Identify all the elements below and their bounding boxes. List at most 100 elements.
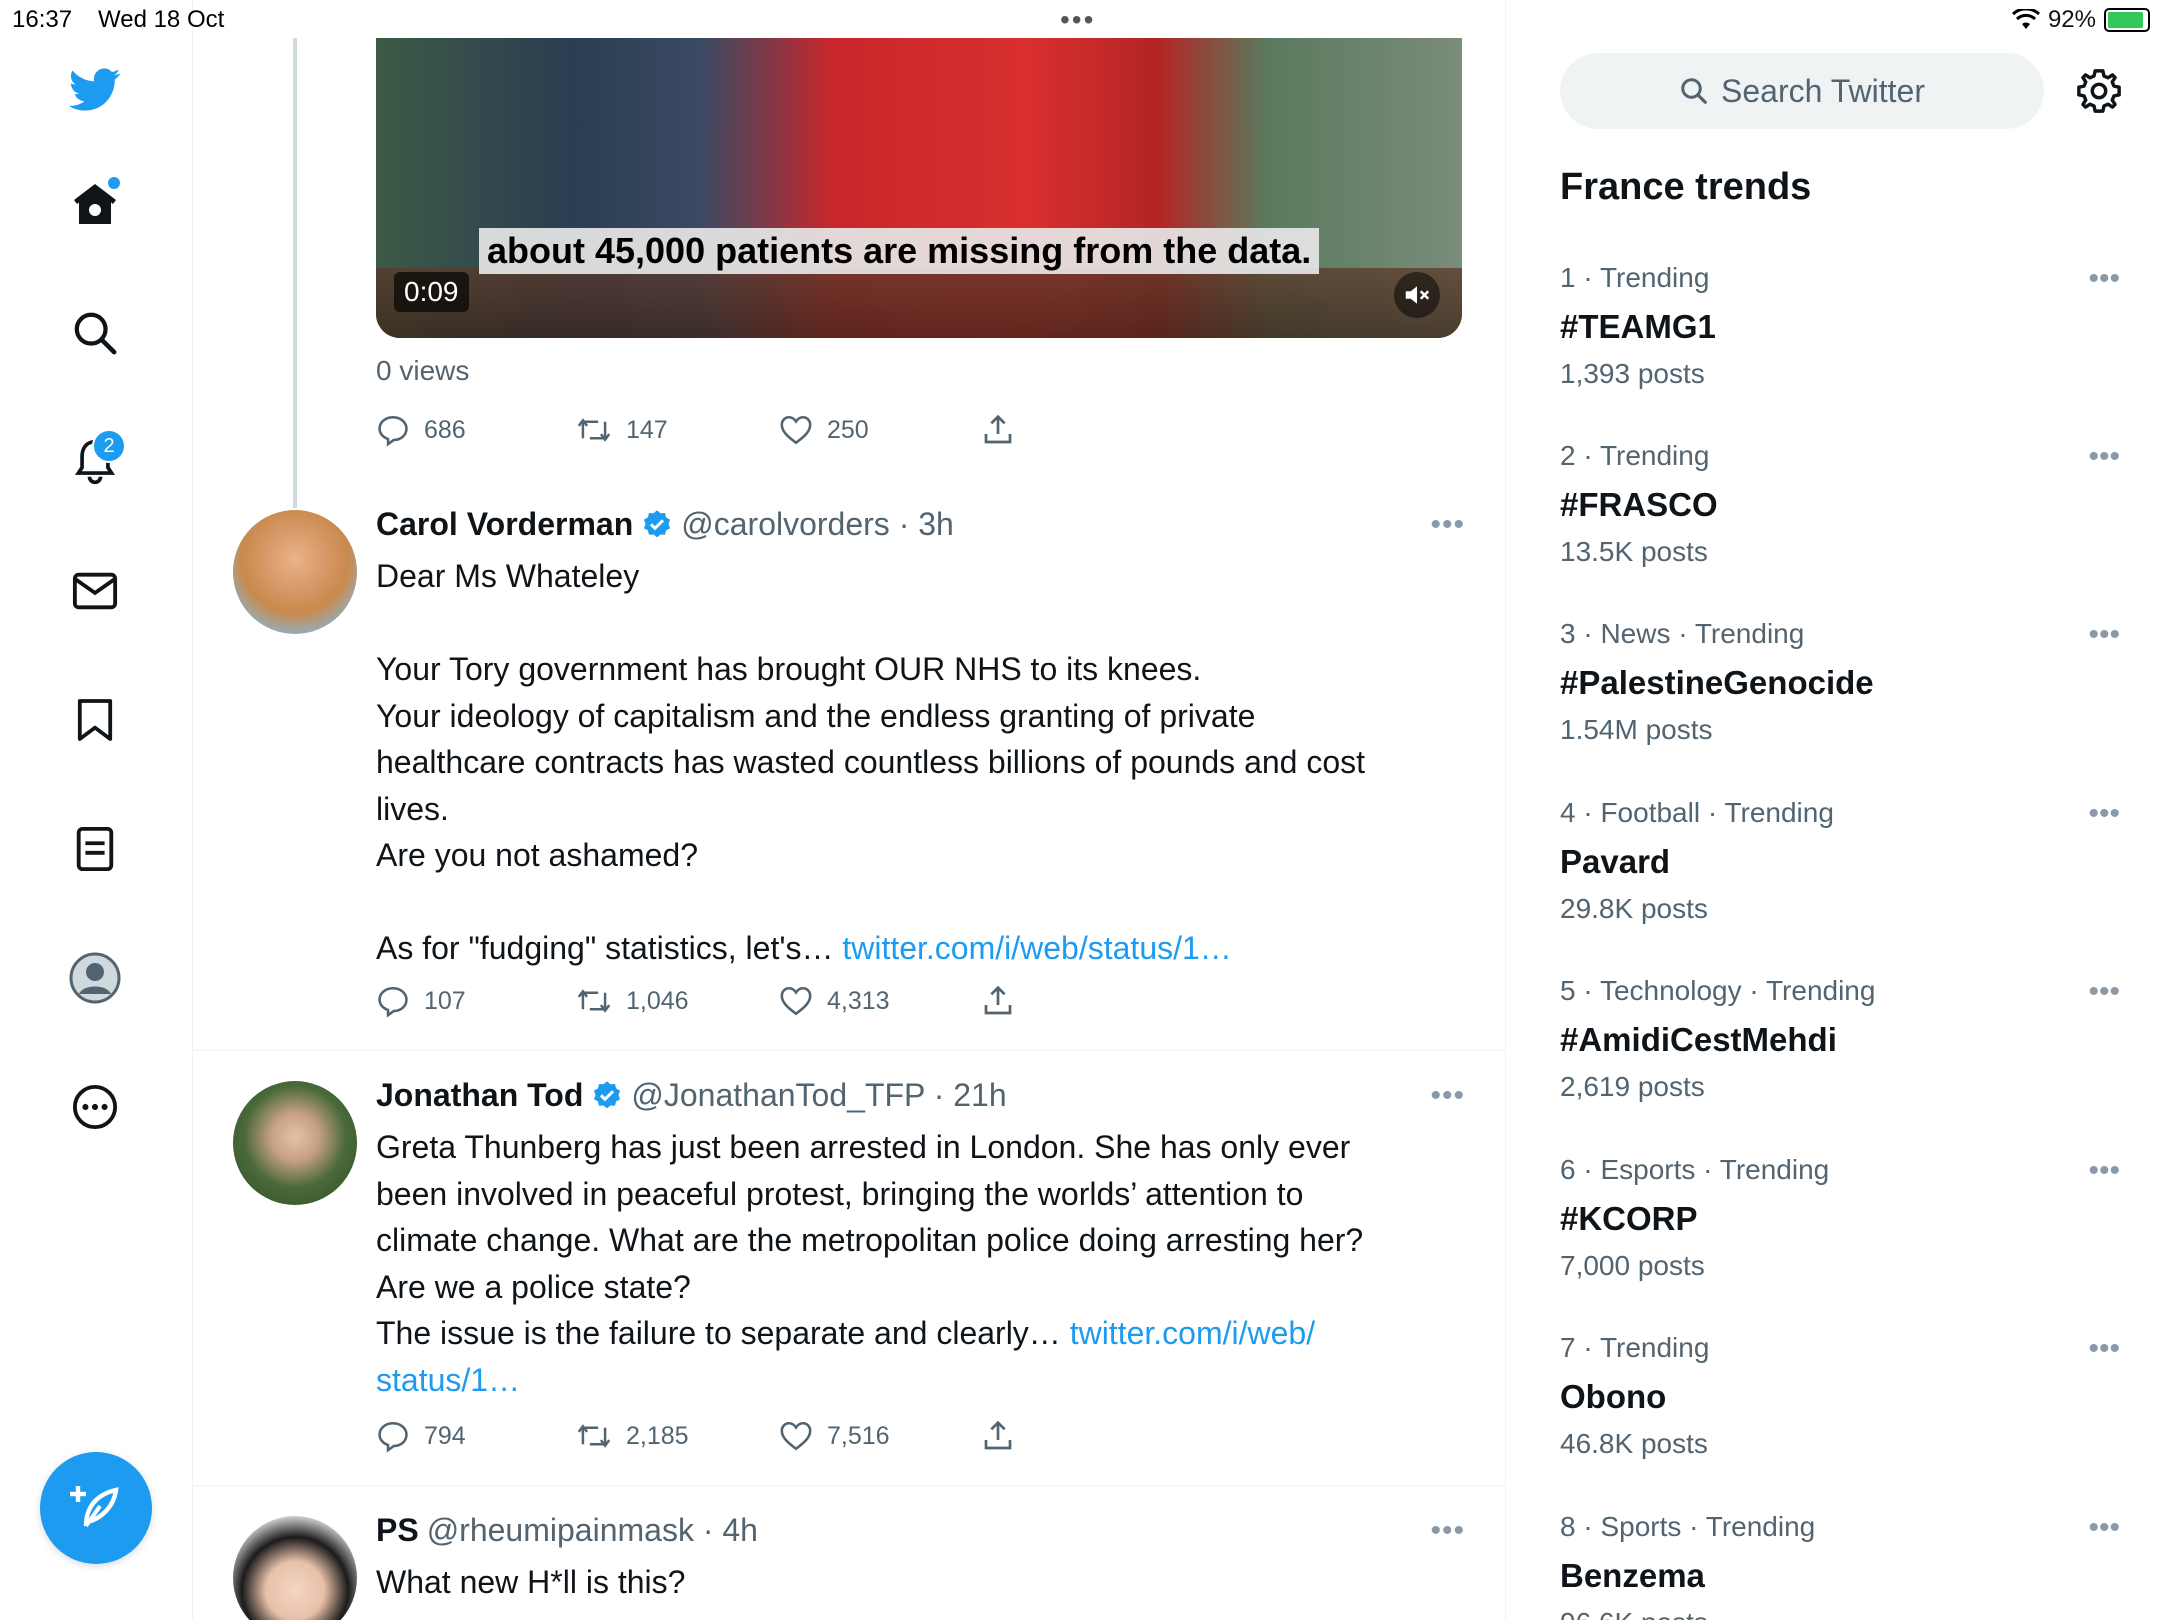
like-count: 250 [827, 415, 869, 444]
author-name[interactable]: PS [376, 1512, 419, 1549]
share-button[interactable] [982, 413, 1014, 447]
trend-more-icon[interactable]: ••• [2088, 618, 2120, 652]
trend-item[interactable]: 6 · Esports · Trending #KCORP 7,000 post… [1560, 1154, 2120, 1332]
tweet-text: What new H*ll is this? [376, 1559, 1436, 1606]
trend-context: 8 · Sports · Trending [1560, 1511, 1816, 1542]
twitter-bird-icon[interactable] [66, 61, 124, 119]
share-button[interactable] [982, 1419, 1014, 1453]
wifi-icon [2011, 9, 2040, 29]
bell-icon[interactable]: 2 [66, 429, 126, 491]
trend-item[interactable]: 2 · Trending #FRASCO 13.5K posts ••• [1560, 440, 2120, 618]
trend-more-icon[interactable]: ••• [2088, 975, 2120, 1009]
author-handle-time: @JonathanTod_TFP · 21h [631, 1077, 1007, 1113]
tweet[interactable]: Carol Vorderman @carolvorders · 3h ••• D… [193, 500, 1505, 1051]
reply-icon [378, 986, 408, 1018]
avatar[interactable] [233, 510, 357, 634]
mute-button[interactable] [1394, 272, 1440, 318]
like-count: 7,516 [827, 1421, 890, 1450]
tweet-more-icon[interactable]: ••• [1430, 1514, 1465, 1548]
tweet-line [376, 600, 1436, 647]
trend-context: 1 · Trending [1560, 262, 1710, 293]
tweet-line [376, 879, 1436, 926]
tweet-more-icon[interactable]: ••• [1430, 508, 1465, 542]
tweet-actions: 107 1,046 4,313 [376, 981, 1014, 1021]
trend-item[interactable]: 3 · News · Trending #PalestineGenocide 1… [1560, 618, 2120, 796]
bookmark-icon[interactable] [66, 691, 124, 749]
trend-count: 1.54M posts [1560, 714, 1713, 745]
trend-more-icon[interactable]: ••• [2088, 440, 2120, 474]
tweet-header: Jonathan Tod @JonathanTod_TFP · 21h [376, 1077, 1007, 1114]
tweet-link[interactable]: twitter.com/i/web/ [1070, 1315, 1315, 1351]
share-icon [984, 985, 1012, 1015]
verified-badge-icon [644, 509, 671, 537]
tweet-link-cont[interactable]: status/1… [376, 1357, 1436, 1404]
multitask-dots[interactable]: ••• [1060, 4, 1095, 36]
share-button[interactable] [982, 984, 1014, 1018]
tweet-header: Carol Vorderman @carolvorders · 3h [376, 506, 954, 543]
reply-button[interactable]: 794 [376, 1419, 576, 1453]
more-icon[interactable] [66, 1078, 124, 1136]
retweet-button[interactable]: 1,046 [576, 984, 779, 1018]
trend-item[interactable]: 7 · Trending Obono 46.8K posts ••• [1560, 1332, 2120, 1510]
tweet-actions: 794 2,185 7,516 [376, 1416, 1014, 1456]
search-input[interactable]: Search Twitter [1560, 53, 2044, 129]
left-navigation: 2 [0, 0, 193, 1620]
trend-more-icon[interactable]: ••• [2088, 1511, 2120, 1545]
trend-more-icon[interactable]: ••• [2088, 1154, 2120, 1188]
trend-context: 6 · Esports · Trending [1560, 1154, 1830, 1185]
trend-more-icon[interactable]: ••• [2088, 797, 2120, 831]
speaker-muted-icon [1405, 286, 1430, 304]
lists-icon[interactable] [66, 820, 124, 878]
trend-item[interactable]: 1 · Trending #TEAMG1 1,393 posts ••• [1560, 262, 2120, 440]
like-button[interactable]: 4,313 [779, 985, 982, 1017]
trend-more-icon[interactable]: ••• [2088, 1332, 2120, 1366]
mail-icon[interactable] [66, 562, 124, 620]
author-handle-time: @carolvorders · 3h [681, 506, 954, 542]
tweet[interactable]: PS @rheumipainmask · 4h ••• What new H*l… [193, 1486, 1505, 1620]
tweet-line: climate change. What are the metropolita… [376, 1222, 1364, 1258]
tweet[interactable]: Jonathan Tod @JonathanTod_TFP · 21h ••• … [193, 1051, 1505, 1486]
battery-percent: 92% [2047, 6, 2096, 33]
reply-icon [378, 1421, 408, 1453]
tweet-header: PS @rheumipainmask · 4h [376, 1512, 758, 1549]
avatar[interactable] [233, 1516, 357, 1620]
search-icon[interactable] [66, 304, 124, 362]
trends-title: France trends [1560, 166, 1812, 208]
retweet-button[interactable]: 147 [576, 413, 779, 447]
profile-icon[interactable] [66, 949, 124, 1007]
tweet-line: Your Tory government has brought OUR NHS… [376, 651, 1202, 687]
timeline[interactable]: about 45,000 patients are missing from t… [193, 0, 1506, 1620]
trend-count: 2,619 posts [1560, 1071, 1705, 1102]
trend-item[interactable]: 8 · Sports · Trending Benzema 96.6K post… [1560, 1511, 2120, 1620]
trend-title: #TEAMG1 [1560, 308, 1716, 345]
home-icon[interactable] [66, 175, 124, 233]
trend-item[interactable]: 5 · Technology · Trending #AmidiCestMehd… [1560, 975, 2120, 1153]
status-bar: 16:37 Wed 18 Oct ••• 92% [0, 0, 2160, 38]
reply-button[interactable]: 686 [376, 413, 576, 447]
retweet-count: 1,046 [626, 986, 689, 1015]
tweet-link[interactable]: twitter.com/i/web/status/1… [842, 930, 1231, 966]
video-player[interactable]: about 45,000 patients are missing from t… [376, 38, 1462, 338]
share-icon [984, 1420, 1012, 1450]
settings-gear-icon[interactable] [2076, 68, 2122, 114]
reply-button[interactable]: 107 [376, 984, 576, 1018]
tweet-more-icon[interactable]: ••• [1430, 1079, 1465, 1113]
trend-title: #PalestineGenocide [1560, 664, 1874, 701]
compose-button[interactable] [40, 1452, 152, 1564]
retweet-icon [577, 989, 611, 1013]
like-button[interactable]: 7,516 [779, 1420, 982, 1452]
tweet-line: healthcare contracts has wasted countles… [376, 744, 1366, 780]
trend-more-icon[interactable]: ••• [2088, 262, 2120, 296]
like-button[interactable]: 250 [779, 414, 982, 446]
retweet-count: 147 [626, 415, 668, 444]
tweet-line: Are you not ashamed? [376, 837, 698, 873]
trend-item[interactable]: 4 · Football · Trending Pavard 29.8K pos… [1560, 797, 2120, 975]
trend-context: 4 · Football · Trending [1560, 797, 1834, 828]
trend-context: 2 · Trending [1560, 440, 1710, 471]
retweet-button[interactable]: 2,185 [576, 1419, 779, 1453]
author-name[interactable]: Carol Vorderman [376, 506, 633, 543]
avatar[interactable] [233, 1081, 357, 1205]
author-name[interactable]: Jonathan Tod [376, 1077, 583, 1114]
thread-line [293, 38, 297, 508]
reply-count: 686 [424, 415, 466, 444]
